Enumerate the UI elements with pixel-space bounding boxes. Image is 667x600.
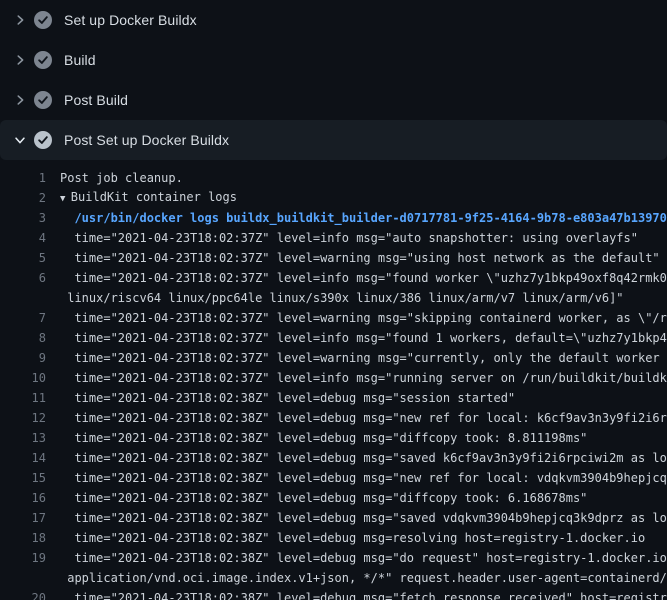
log-line-number[interactable]: 3 <box>0 208 46 228</box>
log-line: 5 time="2021-04-23T18:02:37Z" level=warn… <box>0 248 667 268</box>
log-line-number[interactable]: 1 <box>0 168 46 188</box>
log-line: 2 ▼BuildKit container logs <box>0 188 667 208</box>
log-line: 3 /usr/bin/docker logs buildx_buildkit_b… <box>0 208 667 228</box>
step-header-post-build[interactable]: Post Build <box>0 80 667 120</box>
log-line-number[interactable]: 7 <box>0 308 46 328</box>
log-line: 13 time="2021-04-23T18:02:38Z" level=deb… <box>0 428 667 448</box>
chevron-right-icon[interactable] <box>12 92 28 108</box>
log-line-text: time="2021-04-23T18:02:37Z" level=warnin… <box>46 248 660 268</box>
step-header-set-up-docker-buildx[interactable]: Set up Docker Buildx <box>0 0 667 40</box>
step-label: Post Set up Docker Buildx <box>64 120 229 160</box>
log-line-text: Post job cleanup. <box>46 168 183 188</box>
log-line-number[interactable]: 20 <box>0 588 46 600</box>
log-line-number[interactable]: 8 <box>0 328 46 348</box>
log-line-text: time="2021-04-23T18:02:38Z" level=debug … <box>46 408 667 428</box>
log-line: 14 time="2021-04-23T18:02:38Z" level=deb… <box>0 448 667 468</box>
log-line-text: time="2021-04-23T18:02:37Z" level=info m… <box>46 268 667 288</box>
chevron-right-icon[interactable] <box>12 52 28 68</box>
log-line: 1 Post job cleanup. <box>0 168 667 188</box>
log-line-number[interactable]: 4 <box>0 228 46 248</box>
log-lines: 1 Post job cleanup. 2 ▼BuildKit containe… <box>0 160 667 600</box>
log-line-number[interactable]: 9 <box>0 348 46 368</box>
log-line: 20 time="2021-04-23T18:02:38Z" level=deb… <box>0 588 667 600</box>
steps-list: Set up Docker Buildx Build Post Buil <box>0 0 667 160</box>
log-line-text: time="2021-04-23T18:02:38Z" level=debug … <box>46 428 587 448</box>
log-line: 12 time="2021-04-23T18:02:38Z" level=deb… <box>0 408 667 428</box>
log-line: 8 time="2021-04-23T18:02:37Z" level=info… <box>0 328 667 348</box>
log-line-number[interactable]: 5 <box>0 248 46 268</box>
log-line-number[interactable]: 16 <box>0 488 46 508</box>
log-line-number[interactable]: 13 <box>0 428 46 448</box>
group-toggle-icon[interactable]: ▼ <box>60 189 71 209</box>
log-line: 9 time="2021-04-23T18:02:37Z" level=warn… <box>0 348 667 368</box>
log-line-text: time="2021-04-23T18:02:38Z" level=debug … <box>46 388 515 408</box>
log-line-text: application/vnd.oci.image.index.v1+json,… <box>46 568 667 588</box>
log-line-text: time="2021-04-23T18:02:37Z" level=warnin… <box>46 308 667 328</box>
log-line-text: time="2021-04-23T18:02:37Z" level=info m… <box>46 228 638 248</box>
log-line-number[interactable]: 10 <box>0 368 46 388</box>
step-header-post-set-up-docker-buildx[interactable]: Post Set up Docker Buildx <box>0 120 667 160</box>
chevron-down-icon[interactable] <box>12 132 28 148</box>
log-line-number[interactable]: 14 <box>0 448 46 468</box>
log-line-text: time="2021-04-23T18:02:38Z" level=debug … <box>46 508 667 528</box>
log-line: 17 time="2021-04-23T18:02:38Z" level=deb… <box>0 508 667 528</box>
step-header-build[interactable]: Build <box>0 40 667 80</box>
log-line: application/vnd.oci.image.index.v1+json,… <box>0 568 667 588</box>
log-line: 15 time="2021-04-23T18:02:38Z" level=deb… <box>0 468 667 488</box>
log-line-number[interactable]: 17 <box>0 508 46 528</box>
log-line: 6 time="2021-04-23T18:02:37Z" level=info… <box>0 268 667 288</box>
log-line: 4 time="2021-04-23T18:02:37Z" level=info… <box>0 228 667 248</box>
log-line-number[interactable]: 6 <box>0 268 46 288</box>
log-line-text: time="2021-04-23T18:02:37Z" level=info m… <box>46 368 667 388</box>
check-circle-icon <box>34 131 52 149</box>
log-line-text: /usr/bin/docker logs buildx_buildkit_bui… <box>46 208 667 228</box>
step-label: Build <box>64 40 96 80</box>
log-line-text: linux/riscv64 linux/ppc64le linux/s390x … <box>46 288 624 308</box>
log-line-text: time="2021-04-23T18:02:37Z" level=warnin… <box>46 348 667 368</box>
log-line-number[interactable]: 2 <box>0 188 46 208</box>
log-line-number[interactable]: 11 <box>0 388 46 408</box>
log-line: 18 time="2021-04-23T18:02:38Z" level=deb… <box>0 528 667 548</box>
log-line: 16 time="2021-04-23T18:02:38Z" level=deb… <box>0 488 667 508</box>
log-line: 19 time="2021-04-23T18:02:38Z" level=deb… <box>0 548 667 568</box>
log-line-text: time="2021-04-23T18:02:38Z" level=debug … <box>46 468 667 488</box>
log-line: 10 time="2021-04-23T18:02:37Z" level=inf… <box>0 368 667 388</box>
log-line: 7 time="2021-04-23T18:02:37Z" level=warn… <box>0 308 667 328</box>
log-line-text: time="2021-04-23T18:02:37Z" level=info m… <box>46 328 667 348</box>
check-circle-icon <box>34 11 52 29</box>
log-line-text: time="2021-04-23T18:02:38Z" level=debug … <box>46 448 667 468</box>
step-label: Post Build <box>64 80 128 120</box>
log-line-number[interactable]: 12 <box>0 408 46 428</box>
log-line-text: ▼BuildKit container logs <box>46 187 237 209</box>
step-label: Set up Docker Buildx <box>64 0 197 40</box>
check-circle-icon <box>34 51 52 69</box>
log-line-number[interactable]: 15 <box>0 468 46 488</box>
log-line-text: time="2021-04-23T18:02:38Z" level=debug … <box>46 588 667 600</box>
log-line: 11 time="2021-04-23T18:02:38Z" level=deb… <box>0 388 667 408</box>
log-line: linux/riscv64 linux/ppc64le linux/s390x … <box>0 288 667 308</box>
chevron-right-icon[interactable] <box>12 12 28 28</box>
log-line-text: time="2021-04-23T18:02:38Z" level=debug … <box>46 548 667 568</box>
log-line-text: time="2021-04-23T18:02:38Z" level=debug … <box>46 528 645 548</box>
check-circle-icon <box>34 91 52 109</box>
log-line-text: time="2021-04-23T18:02:38Z" level=debug … <box>46 488 587 508</box>
log-line-number[interactable]: 19 <box>0 548 46 568</box>
actions-log-viewer: Set up Docker Buildx Build Post Buil <box>0 0 667 600</box>
log-line-number[interactable]: 18 <box>0 528 46 548</box>
